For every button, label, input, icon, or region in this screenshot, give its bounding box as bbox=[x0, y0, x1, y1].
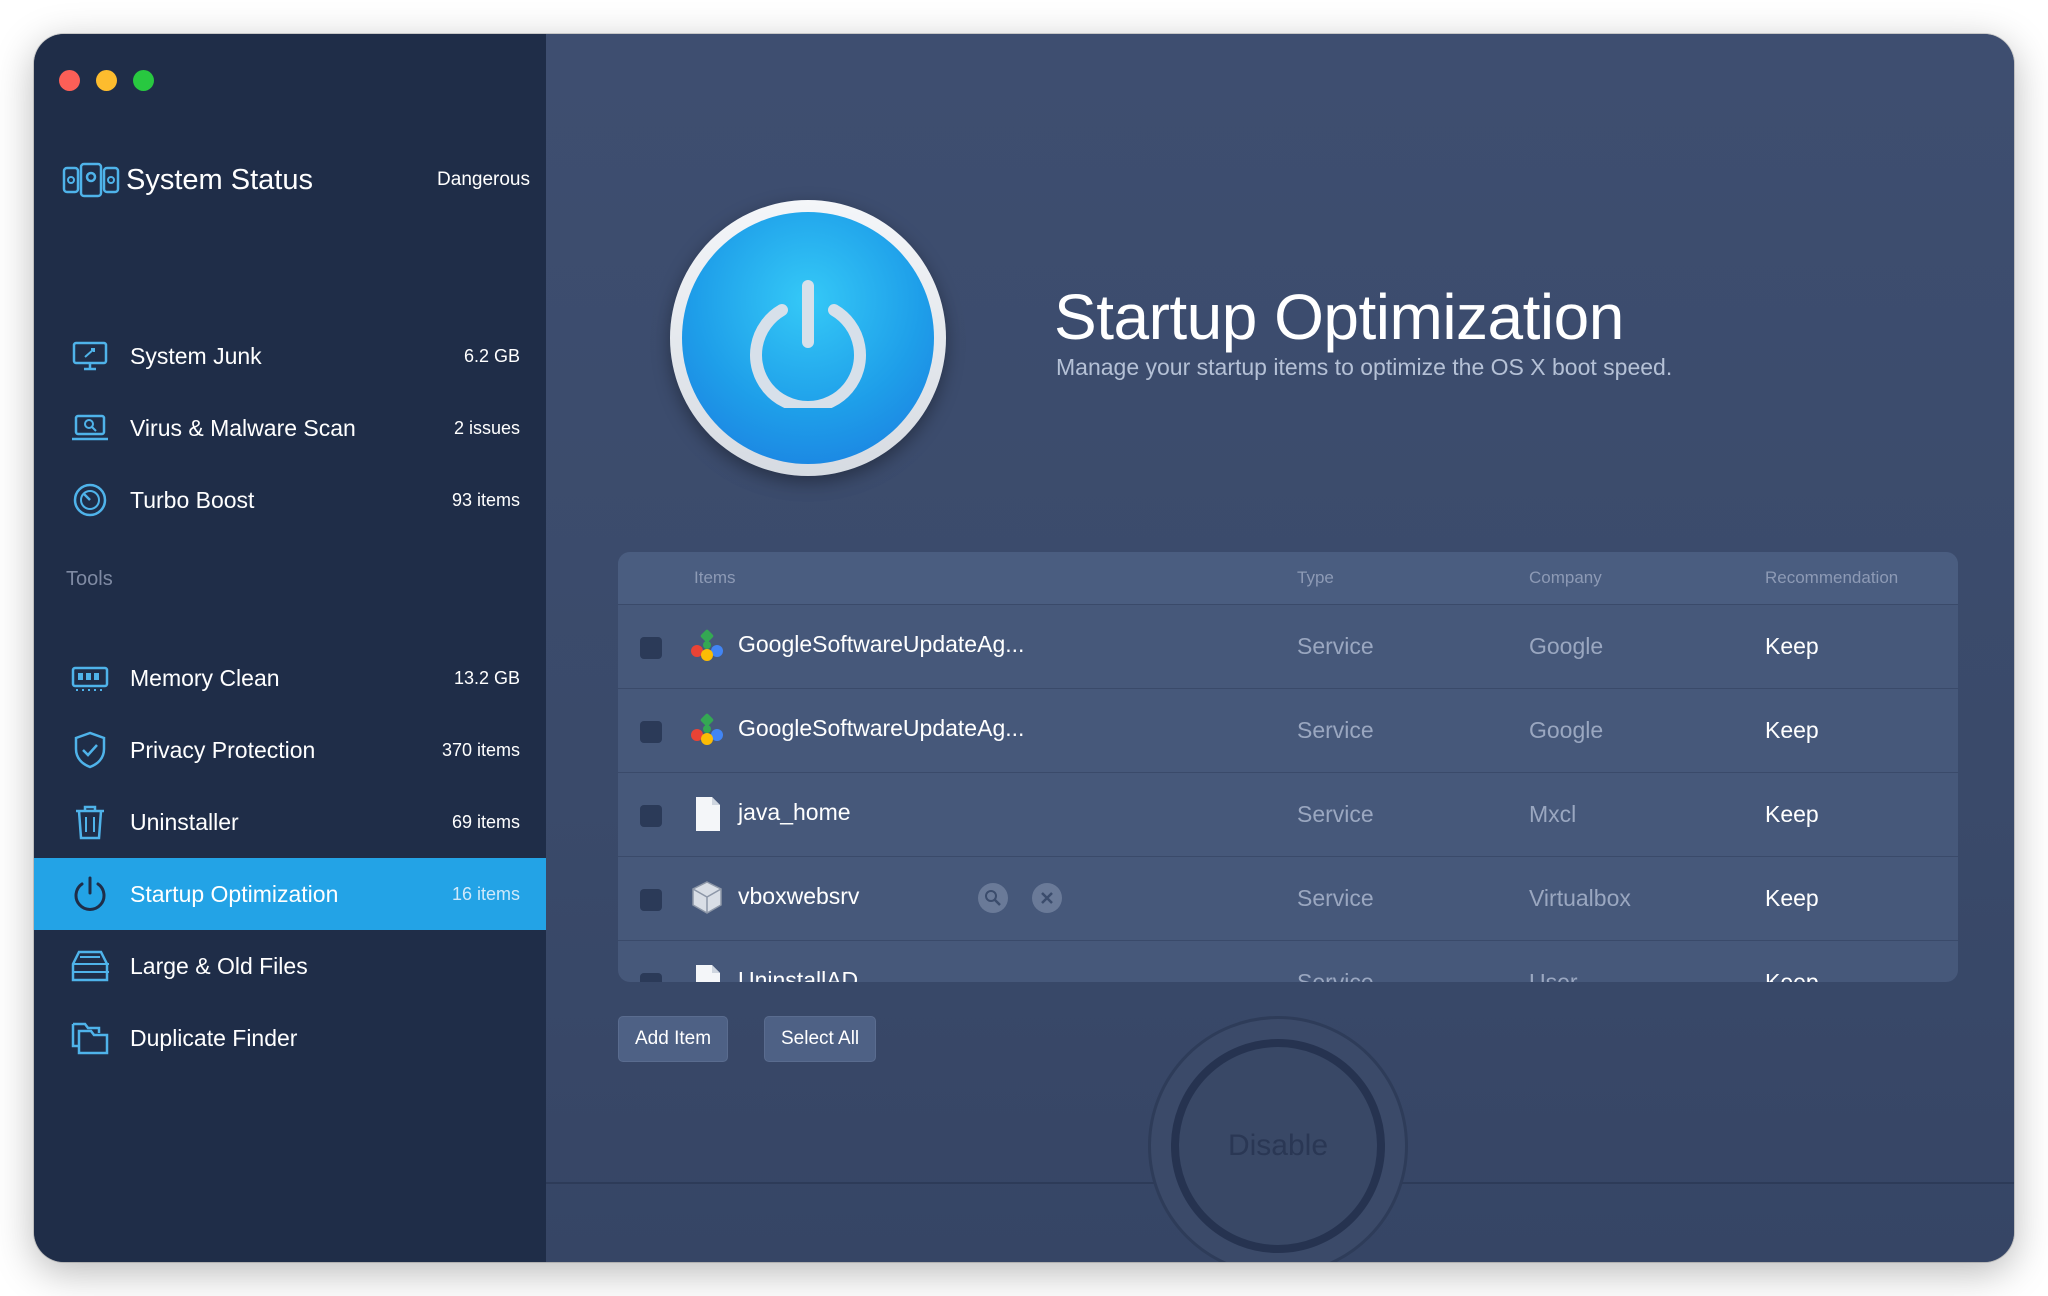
table-row[interactable]: GoogleSoftwareUpdateAg... Service Google… bbox=[618, 604, 1958, 688]
sidebar-item-memory-clean[interactable]: Memory Clean 13.2 GB bbox=[34, 642, 546, 714]
sidebar: System Status Dangerous System Junk 6.2 … bbox=[34, 34, 546, 1262]
table-row[interactable]: vboxwebsrv Service Virtualbox Keep bbox=[618, 856, 1958, 940]
sidebar-item-large-old-files[interactable]: Large & Old Files bbox=[34, 930, 546, 1002]
sidebar-item-label: Uninstaller bbox=[130, 808, 239, 835]
sidebar-item-system-junk[interactable]: System Junk 6.2 GB bbox=[34, 320, 546, 392]
table-row[interactable]: GoogleSoftwareUpdateAg... Service Google… bbox=[618, 688, 1958, 772]
folders-icon bbox=[70, 1018, 110, 1058]
row-checkbox[interactable] bbox=[640, 973, 662, 982]
close-window-button[interactable] bbox=[59, 70, 80, 91]
sidebar-item-privacy-protection[interactable]: Privacy Protection 370 items bbox=[34, 714, 546, 786]
main-content: Startup Optimization Manage your startup… bbox=[546, 34, 2014, 1262]
sidebar-item-label: Memory Clean bbox=[130, 664, 280, 691]
sidebar-item-duplicate-finder[interactable]: Duplicate Finder bbox=[34, 1002, 546, 1074]
item-recommendation: Keep bbox=[1765, 885, 1819, 911]
column-header-recommendation[interactable]: Recommendation bbox=[1765, 568, 1898, 588]
system-status-row[interactable]: System Status Dangerous bbox=[62, 152, 530, 208]
power-icon bbox=[70, 874, 110, 914]
minimize-window-button[interactable] bbox=[96, 70, 117, 91]
table-row[interactable]: UninstallAD Service User Keep bbox=[618, 940, 1958, 982]
item-recommendation: Keep bbox=[1765, 801, 1819, 827]
watermark-text: © THESOFTWARE.SHOP bbox=[698, 1250, 1400, 1262]
item-name: UninstallAD bbox=[738, 967, 859, 982]
sidebar-item-value: 370 items bbox=[441, 739, 520, 760]
disable-button-ring: Disable bbox=[1148, 1016, 1408, 1262]
reveal-search-icon[interactable] bbox=[978, 883, 1008, 913]
item-type: Service bbox=[1297, 969, 1374, 982]
item-company: Virtualbox bbox=[1529, 885, 1631, 911]
item-recommendation: Keep bbox=[1765, 969, 1819, 982]
trash-icon bbox=[70, 802, 110, 842]
item-type: Service bbox=[1297, 885, 1374, 911]
column-header-items[interactable]: Items bbox=[694, 568, 736, 588]
sidebar-item-value: 69 items bbox=[451, 811, 520, 832]
drawer-icon bbox=[70, 946, 110, 986]
sidebar-item-label: Virus & Malware Scan bbox=[130, 414, 356, 441]
page-title: Startup Optimization bbox=[1054, 281, 1624, 353]
sidebar-item-value: 2 issues bbox=[453, 417, 520, 438]
add-item-button[interactable]: Add Item bbox=[618, 1016, 729, 1062]
column-header-type[interactable]: Type bbox=[1297, 568, 1334, 588]
remove-item-icon[interactable] bbox=[1032, 883, 1062, 913]
google-update-icon bbox=[688, 627, 726, 665]
system-status-icon bbox=[62, 160, 120, 200]
startup-hero-badge bbox=[670, 200, 946, 476]
item-company: Google bbox=[1529, 717, 1604, 743]
item-type: Service bbox=[1297, 717, 1374, 743]
item-company: Mxcl bbox=[1529, 801, 1577, 827]
sidebar-item-value: 6.2 GB bbox=[463, 345, 520, 366]
virtualbox-icon bbox=[688, 879, 726, 917]
sidebar-item-turbo-boost[interactable]: Turbo Boost 93 items bbox=[34, 464, 546, 536]
disable-button[interactable]: Disable bbox=[1171, 1039, 1385, 1253]
sidebar-item-label: Duplicate Finder bbox=[130, 1024, 298, 1051]
sidebar-item-label: System Junk bbox=[130, 342, 262, 369]
sidebar-item-label: Privacy Protection bbox=[130, 736, 316, 763]
row-checkbox[interactable] bbox=[640, 889, 662, 911]
item-company: User bbox=[1529, 969, 1578, 982]
system-status-title: System Status bbox=[126, 163, 313, 196]
row-checkbox[interactable] bbox=[640, 721, 662, 743]
tools-section-label: Tools bbox=[66, 568, 113, 590]
shield-icon bbox=[70, 730, 110, 770]
monitor-icon bbox=[70, 336, 110, 376]
item-company: Google bbox=[1529, 633, 1604, 659]
item-type: Service bbox=[1297, 801, 1374, 827]
table-header: Items Type Company Recommendation bbox=[618, 552, 1958, 604]
sidebar-item-label: Turbo Boost bbox=[130, 486, 255, 513]
zoom-window-button[interactable] bbox=[133, 70, 154, 91]
power-icon bbox=[682, 212, 934, 464]
document-icon bbox=[688, 963, 726, 982]
item-name: java_home bbox=[738, 799, 851, 825]
row-checkbox[interactable] bbox=[640, 805, 662, 827]
item-recommendation: Keep bbox=[1765, 633, 1819, 659]
item-name: vboxwebsrv bbox=[738, 883, 860, 909]
startup-items-table: Items Type Company Recommendation Google… bbox=[618, 552, 1958, 982]
row-checkbox[interactable] bbox=[640, 637, 662, 659]
sidebar-item-virus-malware-scan[interactable]: Virus & Malware Scan 2 issues bbox=[34, 392, 546, 464]
sidebar-item-label: Large & Old Files bbox=[130, 952, 308, 979]
table-row[interactable]: java_home Service Mxcl Keep bbox=[618, 772, 1958, 856]
column-header-company[interactable]: Company bbox=[1529, 568, 1602, 588]
system-status-value: Dangerous bbox=[437, 169, 530, 190]
select-all-button[interactable]: Select All bbox=[764, 1016, 877, 1062]
app-window: System Status Dangerous System Junk 6.2 … bbox=[34, 34, 2014, 1262]
item-recommendation: Keep bbox=[1765, 717, 1819, 743]
laptop-scan-icon bbox=[70, 408, 110, 448]
gauge-icon bbox=[70, 480, 110, 520]
google-update-icon bbox=[688, 711, 726, 749]
sidebar-item-value: 16 items bbox=[451, 883, 520, 904]
item-name: GoogleSoftwareUpdateAg... bbox=[738, 631, 1025, 657]
sidebar-item-value: 13.2 GB bbox=[453, 667, 520, 688]
sidebar-item-label: Startup Optimization bbox=[130, 880, 339, 907]
memory-chip-icon bbox=[70, 658, 110, 698]
document-icon bbox=[688, 795, 726, 833]
item-name: GoogleSoftwareUpdateAg... bbox=[738, 715, 1025, 741]
sidebar-item-uninstaller[interactable]: Uninstaller 69 items bbox=[34, 786, 546, 858]
sidebar-item-value: 93 items bbox=[451, 489, 520, 510]
window-controls bbox=[59, 70, 154, 91]
item-type: Service bbox=[1297, 633, 1374, 659]
sidebar-item-startup-optimization[interactable]: Startup Optimization 16 items bbox=[34, 858, 546, 930]
page-subtitle: Manage your startup items to optimize th… bbox=[1056, 354, 1673, 380]
